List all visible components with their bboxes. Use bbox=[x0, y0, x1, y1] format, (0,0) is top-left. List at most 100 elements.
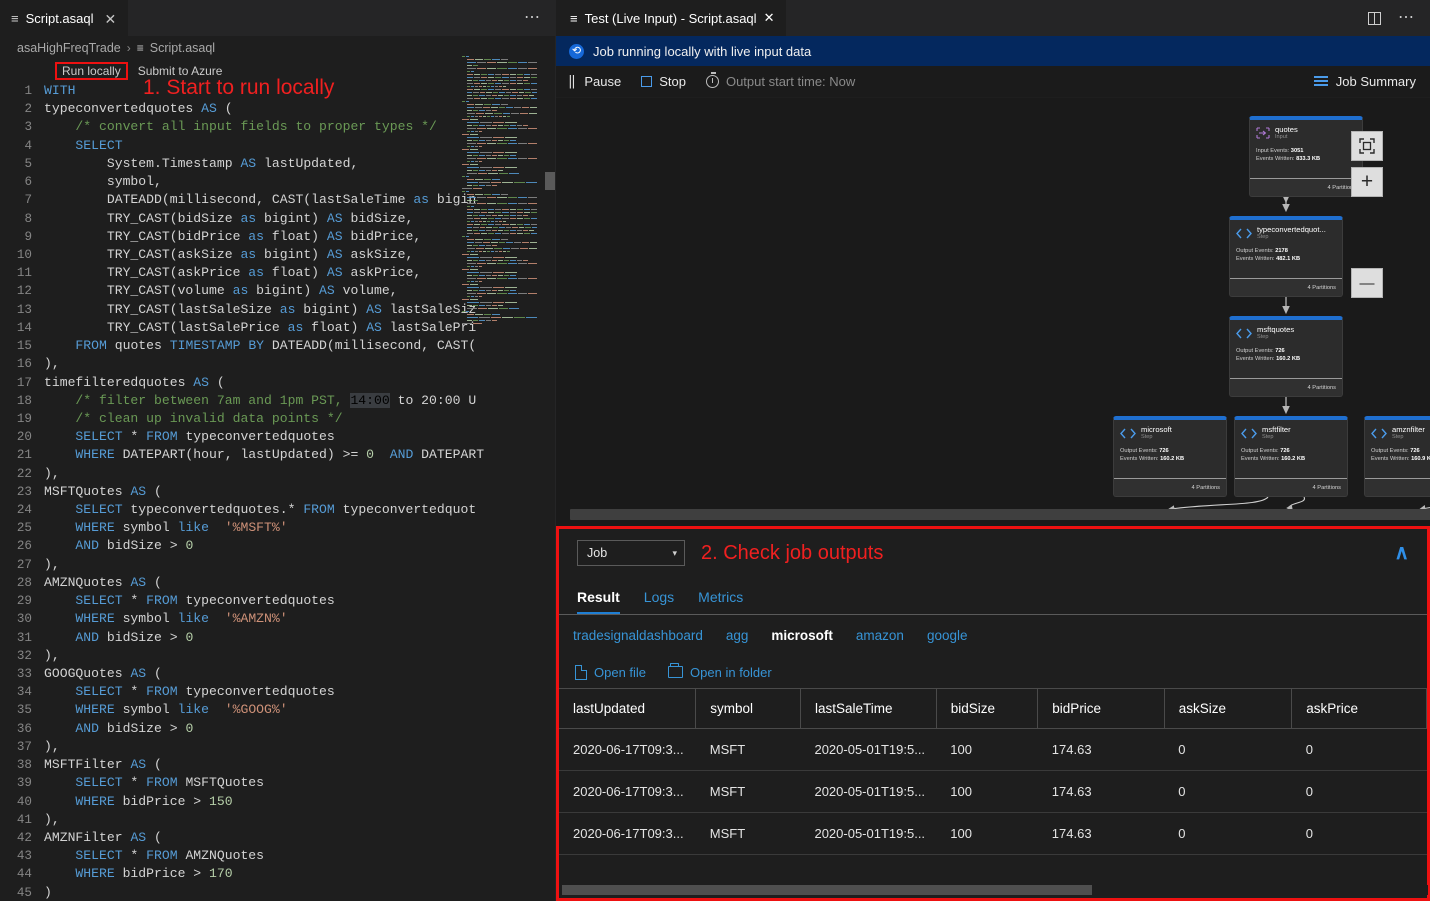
output-subtab-amazon[interactable]: amazon bbox=[856, 628, 904, 643]
job-summary-label: Job Summary bbox=[1336, 74, 1416, 89]
pause-button[interactable]: ‖ Pause bbox=[568, 74, 621, 89]
diagram-node-quotes[interactable]: quotesInputInput Events: 3051Events Writ… bbox=[1249, 116, 1363, 197]
zoom-out-button[interactable]: — bbox=[1351, 268, 1383, 298]
node-metric-value: 160.9 KB bbox=[1411, 456, 1430, 462]
code-line[interactable]: 29 SELECT * FROM typeconvertedquotes bbox=[0, 592, 556, 610]
breadcrumb-project[interactable]: asaHighFreqTrade bbox=[17, 41, 121, 55]
run-locally-button[interactable]: Run locally bbox=[60, 63, 123, 79]
results-column-header[interactable]: askSize bbox=[1164, 689, 1291, 729]
results-column-header[interactable]: bidSize bbox=[936, 689, 1038, 729]
code-text: TRY_CAST(bidSize as bigint) AS bidSize, bbox=[44, 210, 413, 228]
line-number: 18 bbox=[0, 392, 44, 410]
stop-button[interactable]: Stop bbox=[641, 74, 686, 89]
output-start-time-label: Output start time: Now bbox=[726, 74, 855, 89]
more-actions-icon[interactable]: ⋯ bbox=[1398, 10, 1415, 26]
close-icon[interactable]: ✕ bbox=[105, 12, 117, 26]
code-line[interactable]: 30 WHERE symbol like '%AMZN%' bbox=[0, 610, 556, 628]
code-line[interactable]: 33GOOGQuotes AS ( bbox=[0, 665, 556, 683]
code-line[interactable]: 36 AND bidSize > 0 bbox=[0, 720, 556, 738]
code-line[interactable]: 43 SELECT * FROM AMZNQuotes bbox=[0, 847, 556, 865]
code-line[interactable]: 37), bbox=[0, 738, 556, 756]
code-line[interactable]: 34 SELECT * FROM typeconvertedquotes bbox=[0, 683, 556, 701]
diagram-node-msftfilter[interactable]: msftfilterStepOutput Events: 726Events W… bbox=[1234, 416, 1348, 497]
more-actions-icon[interactable]: ⋯ bbox=[524, 10, 541, 26]
output-tab-logs[interactable]: Logs bbox=[644, 589, 674, 614]
table-row[interactable]: 2020-06-17T09:3...MSFT2020-05-01T19:5...… bbox=[559, 729, 1427, 771]
minimap-slider[interactable] bbox=[545, 172, 555, 190]
table-cell: 2020-06-17T09:3... bbox=[559, 813, 696, 855]
output-scope-select[interactable]: Job ▾ bbox=[577, 540, 685, 566]
diagram-horizontal-scrollbar[interactable] bbox=[570, 509, 1430, 520]
code-text: ), bbox=[44, 738, 60, 756]
code-line[interactable]: 44 WHERE bidPrice > 170 bbox=[0, 865, 556, 883]
code-line[interactable]: 40 WHERE bidPrice > 150 bbox=[0, 793, 556, 811]
job-diagram[interactable]: quotesInputInput Events: 3051Events Writ… bbox=[556, 98, 1430, 526]
job-output-panel: Job ▾ 2. Check job outputs ∧ Result Logs M… bbox=[556, 526, 1430, 901]
code-line[interactable]: 39 SELECT * FROM MSFTQuotes bbox=[0, 774, 556, 792]
diagram-node-amznfilter[interactable]: amznfilterStepOutput Events: 726Events W… bbox=[1364, 416, 1430, 497]
code-text: WHERE bidPrice > 150 bbox=[44, 793, 233, 811]
job-summary-button[interactable]: Job Summary bbox=[1314, 74, 1416, 89]
diagram-node-msftquotes[interactable]: msftquotesStepOutput Events: 726Events W… bbox=[1229, 316, 1343, 397]
code-text: TRY_CAST(lastSalePrice as float) AS last… bbox=[44, 319, 476, 337]
code-line[interactable]: 42AMZNFilter AS ( bbox=[0, 829, 556, 847]
tab-script-asaql[interactable]: ≡ Script.asaql ✕ bbox=[0, 0, 128, 36]
code-text: TRY_CAST(bidPrice as float) AS bidPrice, bbox=[44, 228, 421, 246]
results-column-header[interactable]: bidPrice bbox=[1038, 689, 1164, 729]
code-line[interactable]: 27), bbox=[0, 556, 556, 574]
node-metric: Output Events: 2178 bbox=[1236, 247, 1342, 255]
output-tab-result[interactable]: Result bbox=[577, 589, 620, 614]
results-column-header[interactable]: lastUpdated bbox=[559, 689, 696, 729]
diagram-node-microsoft[interactable]: microsoftStepOutput Events: 726Events Wr… bbox=[1113, 416, 1227, 497]
code-line[interactable]: 28AMZNQuotes AS ( bbox=[0, 574, 556, 592]
open-in-folder-button[interactable]: Open in folder bbox=[668, 665, 772, 680]
output-subtab-microsoft[interactable]: microsoft bbox=[771, 628, 833, 643]
output-subtab-google[interactable]: google bbox=[927, 628, 968, 643]
code-line[interactable]: 38MSFTFilter AS ( bbox=[0, 756, 556, 774]
sync-running-icon: ⟲ bbox=[569, 44, 584, 59]
tab-test-live-input[interactable]: ≡ Test (Live Input) - Script.asaql ✕ bbox=[556, 0, 786, 36]
code-text: WHERE bidPrice > 170 bbox=[44, 865, 233, 883]
output-tab-metrics[interactable]: Metrics bbox=[698, 589, 743, 614]
code-line[interactable]: 32), bbox=[0, 647, 556, 665]
job-status-text: Job running locally with live input data bbox=[593, 44, 811, 59]
fit-to-screen-button[interactable] bbox=[1351, 131, 1383, 161]
line-number: 8 bbox=[0, 210, 44, 228]
close-icon[interactable]: ✕ bbox=[764, 10, 775, 26]
output-subtab-tradesignaldashboard[interactable]: tradesignaldashboard bbox=[573, 628, 703, 643]
step-code-icon bbox=[1241, 426, 1257, 444]
results-horizontal-scrollbar[interactable] bbox=[562, 885, 1428, 895]
minimap[interactable] bbox=[461, 55, 537, 555]
code-text: WHERE symbol like '%AMZN%' bbox=[44, 610, 288, 628]
table-row[interactable]: 2020-06-17T09:3...MSFT2020-05-01T19:5...… bbox=[559, 813, 1427, 855]
collapse-panel-icon[interactable]: ∧ bbox=[1394, 543, 1409, 563]
results-column-header[interactable]: symbol bbox=[696, 689, 801, 729]
node-metric-label: Events Written: bbox=[1236, 256, 1274, 262]
node-metric-label: Events Written: bbox=[1256, 156, 1294, 162]
diagram-node-typeconvertedquot[interactable]: typeconvertedquot...StepOutput Events: 2… bbox=[1229, 216, 1343, 297]
node-metric-label: Output Events: bbox=[1371, 448, 1409, 454]
preview-pane: ≡ Test (Live Input) - Script.asaql ✕ ⋯ ⟲… bbox=[556, 0, 1430, 901]
breadcrumb-file[interactable]: Script.asaql bbox=[150, 41, 215, 55]
zoom-in-button[interactable]: + bbox=[1351, 167, 1383, 197]
open-file-button[interactable]: Open file bbox=[575, 665, 646, 680]
output-subtab-agg[interactable]: agg bbox=[726, 628, 749, 643]
code-line[interactable]: 45) bbox=[0, 884, 556, 901]
code-line[interactable]: 41), bbox=[0, 811, 556, 829]
split-editor-icon[interactable] bbox=[1368, 12, 1381, 25]
table-row[interactable]: 2020-06-17T09:3...MSFT2020-05-01T19:5...… bbox=[559, 771, 1427, 813]
output-panel-header: Job ▾ 2. Check job outputs ∧ bbox=[559, 529, 1427, 577]
results-column-header[interactable]: askPrice bbox=[1292, 689, 1427, 729]
line-number: 25 bbox=[0, 519, 44, 537]
code-line[interactable]: 35 WHERE symbol like '%GOOG%' bbox=[0, 701, 556, 719]
node-title: quotes bbox=[1275, 125, 1298, 134]
code-line[interactable]: 31 AND bidSize > 0 bbox=[0, 629, 556, 647]
results-column-header[interactable]: lastSaleTime bbox=[800, 689, 936, 729]
node-metric-label: Output Events: bbox=[1236, 348, 1274, 354]
code-text: WHERE symbol like '%GOOG%' bbox=[44, 701, 288, 719]
output-start-time-button[interactable]: Output start time: Now bbox=[706, 74, 855, 89]
line-number: 20 bbox=[0, 428, 44, 446]
code-text: System.Timestamp AS lastUpdated, bbox=[44, 155, 358, 173]
code-text: ), bbox=[44, 465, 60, 483]
table-cell: 2020-05-01T19:5... bbox=[800, 729, 936, 771]
